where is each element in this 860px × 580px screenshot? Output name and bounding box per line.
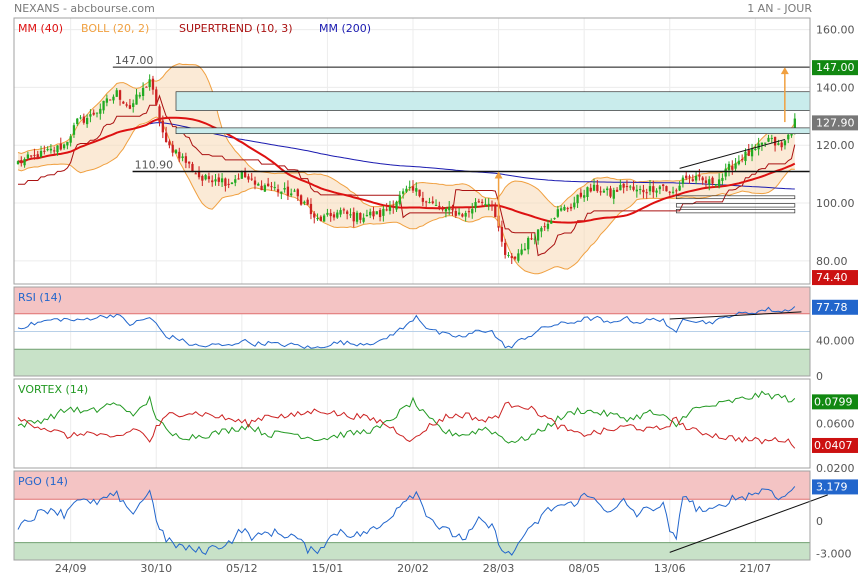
x-tick-label: 28/03 <box>483 562 515 575</box>
oversold-zone <box>14 349 810 376</box>
rsi-tag-label: 77.78 <box>816 301 848 314</box>
candle <box>375 211 378 215</box>
legend-entry: MM (40) <box>18 22 63 35</box>
x-tick-label: 24/09 <box>55 562 87 575</box>
x-tick-label: 08/05 <box>568 562 600 575</box>
annotation-label: 110.90 <box>135 159 174 172</box>
x-tick-label: 13/06 <box>654 562 686 575</box>
y-tick-label: 160.00 <box>816 24 855 37</box>
y-tick-label: 0.0600 <box>816 418 855 431</box>
y-tick-label: 80.00 <box>816 255 848 268</box>
y-tick-label: 0.0200 <box>816 462 855 475</box>
y-tick-label: 140.00 <box>816 81 855 94</box>
x-tick-label: 20/02 <box>397 562 429 575</box>
stock-chart: 24/09 30/10 05/12 15/01 20/02 28/03 08/05 13/06… <box>13 17 858 575</box>
y-tick-label: 0 <box>816 370 823 383</box>
y-tick-label: 0 <box>816 515 823 528</box>
legend-entry: RSI (14) <box>18 291 62 304</box>
zone-box <box>175 127 811 135</box>
candle <box>155 86 158 106</box>
x-tick-label: 15/01 <box>312 562 344 575</box>
x-tick-label: 30/10 <box>140 562 172 575</box>
zone-box <box>175 91 811 111</box>
x-tick-label: 21/07 <box>739 562 771 575</box>
pgo-tag-label: 3.179 <box>816 480 848 493</box>
price-tag-label: 74.40 <box>816 271 848 284</box>
overbought-zone <box>14 471 810 500</box>
legend-entry: BOLL (20, 2) <box>81 22 149 35</box>
overbought-zone <box>14 287 810 314</box>
price-tag-label: 147.00 <box>816 61 855 74</box>
y-tick-label: 40.000 <box>816 334 855 347</box>
y-tick-label: 120.00 <box>816 139 855 152</box>
legend-entry: SUPERTREND (10, 3) <box>179 22 293 35</box>
legend-entry: PGO (14) <box>18 475 68 488</box>
x-tick-label: 05/12 <box>226 562 258 575</box>
vortex-tag-label: 0.0407 <box>814 439 853 452</box>
candle <box>109 99 112 101</box>
vortex-pane <box>13 378 811 469</box>
legend-entry: VORTEX (14) <box>18 383 88 396</box>
candle <box>299 194 303 206</box>
legend-entry: MM (200) <box>319 22 371 35</box>
annotation-label: 147.00 <box>115 54 154 67</box>
y-tick-label: -3.000 <box>816 547 851 560</box>
price-tag-label: 127.90 <box>816 116 855 129</box>
vortex-tag-label: 0.0799 <box>814 395 853 408</box>
candle <box>665 185 668 192</box>
y-tick-label: 100.00 <box>816 197 855 210</box>
